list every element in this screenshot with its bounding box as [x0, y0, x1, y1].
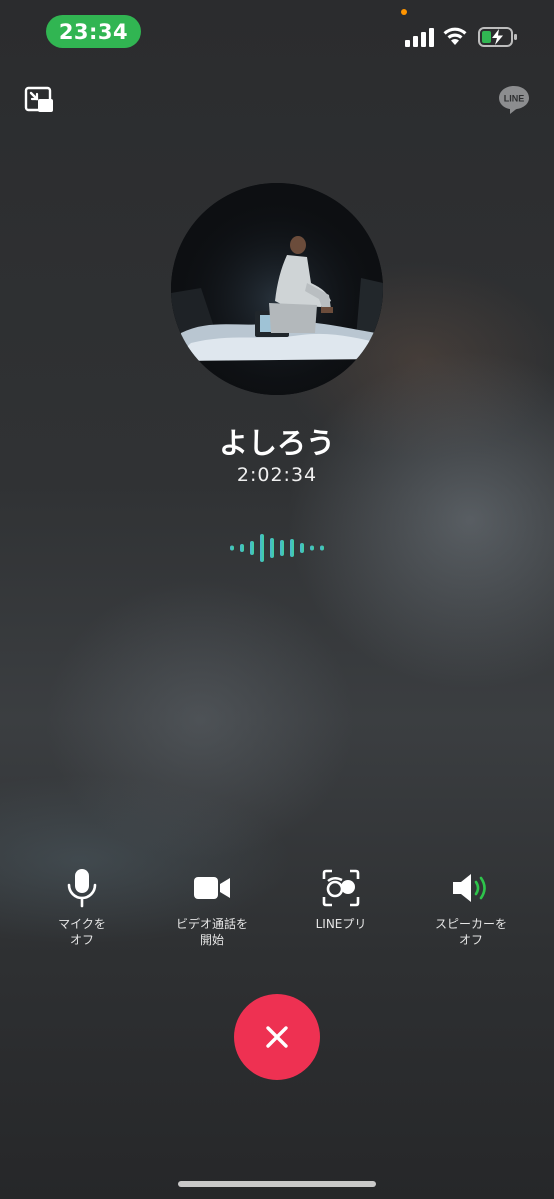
- recording-indicator: [401, 9, 407, 15]
- call-screen: 23:34 LINE よしろう 2:02:34 マイクを オフ ビデオ通話を 開…: [0, 0, 554, 1199]
- close-icon: [266, 1026, 288, 1048]
- line-puri-label: LINEプリ: [315, 917, 367, 931]
- caller-avatar: [171, 183, 383, 395]
- speaker-icon: [453, 874, 486, 902]
- microphone-icon: [67, 869, 97, 908]
- home-indicator[interactable]: [178, 1181, 376, 1187]
- start-video-button[interactable]: ビデオ通話を 開始: [152, 866, 272, 948]
- mute-mic-button[interactable]: マイクを オフ: [22, 866, 142, 948]
- start-video-label: ビデオ通話を 開始: [175, 917, 248, 947]
- speaker-toggle-button[interactable]: スピーカーを オフ: [411, 866, 531, 948]
- speaker-toggle-label: スピーカーを オフ: [434, 917, 507, 947]
- mute-mic-label: マイクを オフ: [58, 917, 106, 947]
- audio-waveform-icon: [230, 534, 324, 562]
- battery-charging-icon: [478, 27, 517, 47]
- wifi-icon: [443, 27, 467, 45]
- line-logo-icon: LINE: [499, 86, 529, 114]
- line-logo-text: LINE: [504, 94, 525, 104]
- picture-in-picture-icon[interactable]: [24, 86, 54, 114]
- video-camera-icon: [194, 877, 230, 899]
- face-filter-icon: [322, 869, 360, 907]
- end-call-button[interactable]: [234, 994, 320, 1080]
- call-duration: 2:02:34: [236, 464, 318, 486]
- caller-name: よしろう: [218, 426, 335, 460]
- status-time[interactable]: 23:34: [46, 15, 141, 48]
- cellular-signal-icon: [405, 28, 434, 47]
- avatar-photo: [171, 183, 383, 395]
- line-puri-button[interactable]: LINEプリ: [281, 866, 401, 932]
